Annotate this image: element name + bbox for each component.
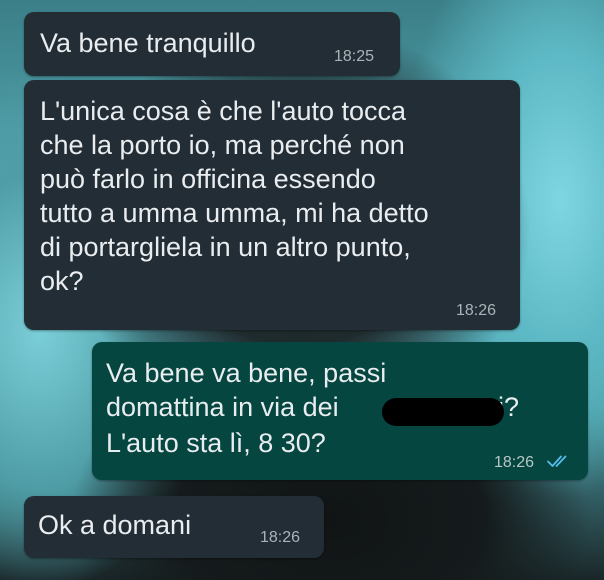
message-text-line: Va bene va bene, passi — [106, 358, 387, 388]
message-bubble-incoming[interactable]: Ok a domani 18:26 — [24, 496, 324, 558]
message-text: Ok a domani — [38, 510, 192, 540]
redacted-street-name — [382, 398, 504, 426]
message-text-line: domattina in via dei — [106, 392, 339, 422]
message-text: L'unica cosa è che l'auto tocca che la p… — [40, 96, 429, 296]
message-bubble-outgoing[interactable]: Va bene va bene, passi domattina in via … — [92, 342, 588, 480]
message-text-line: L'auto sta lì, 8 30? — [106, 428, 326, 458]
double-check-read-icon — [547, 455, 567, 467]
message-timestamp: 18:26 — [456, 302, 497, 319]
message-text: Va bene tranquillo — [40, 28, 256, 58]
message-bubble-incoming[interactable]: Va bene tranquillo 18:25 — [24, 12, 400, 76]
message-timestamp: 18:26 — [494, 454, 535, 471]
message-timestamp: 18:26 — [260, 529, 301, 546]
message-bubble-incoming[interactable]: L'unica cosa è che l'auto tocca che la p… — [24, 80, 520, 330]
message-timestamp: 18:25 — [334, 48, 375, 65]
